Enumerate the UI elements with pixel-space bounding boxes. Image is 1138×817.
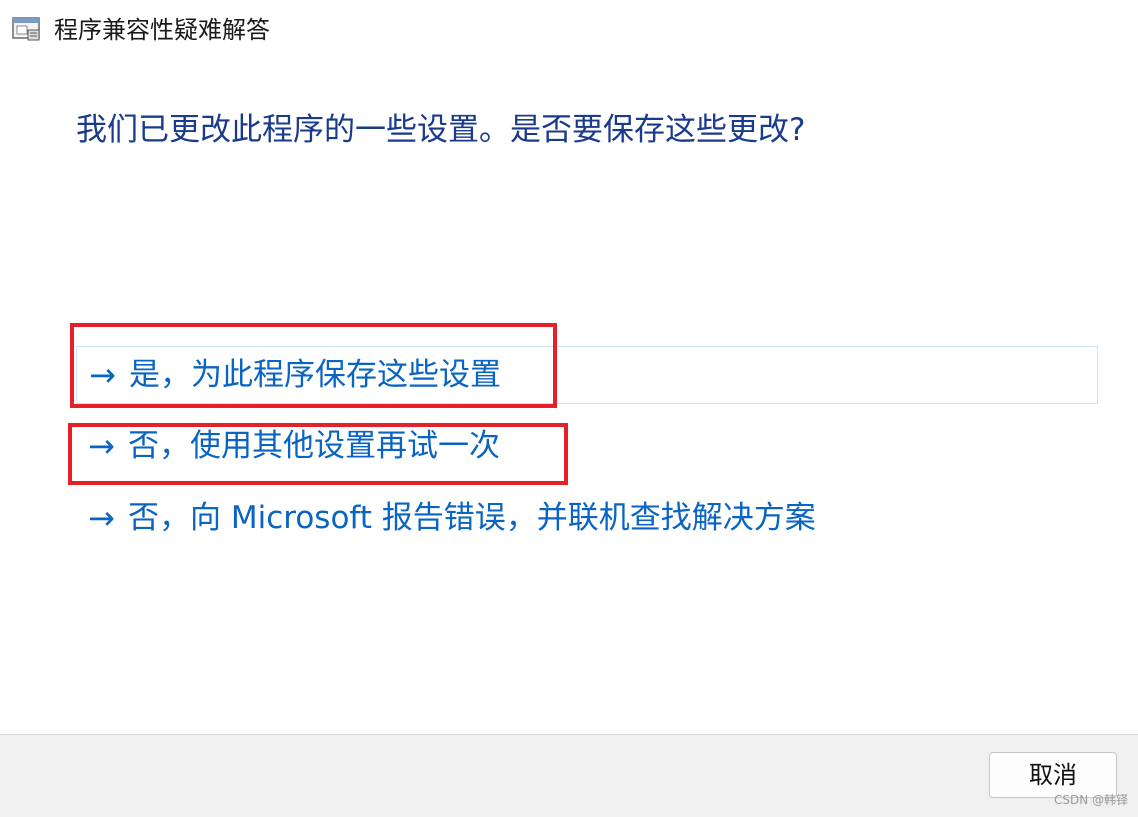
option-try-other-settings[interactable]: → 否，使用其他设置再试一次 [76, 418, 1098, 476]
option-report-to-microsoft[interactable]: → 否，向 Microsoft 报告错误，并联机查找解决方案 [76, 490, 1098, 548]
arrow-right-icon: → [89, 356, 116, 394]
title-bar: 程序兼容性疑难解答 [0, 0, 1138, 60]
dialog-footer [0, 734, 1138, 817]
option-label: 否，使用其他设置再试一次 [128, 428, 500, 464]
option-label: 是，为此程序保存这些设置 [129, 357, 501, 393]
watermark: CSDN @韩铎 [1054, 793, 1129, 807]
arrow-right-icon: → [88, 427, 115, 465]
option-save-settings[interactable]: → 是，为此程序保存这些设置 [76, 346, 1098, 404]
window-title: 程序兼容性疑难解答 [54, 16, 270, 44]
troubleshooter-app-icon [12, 16, 42, 42]
dialog-heading: 我们已更改此程序的一些设置。是否要保存这些更改? [76, 112, 806, 148]
arrow-right-icon: → [88, 499, 115, 537]
option-label: 否，向 Microsoft 报告错误，并联机查找解决方案 [128, 500, 816, 536]
